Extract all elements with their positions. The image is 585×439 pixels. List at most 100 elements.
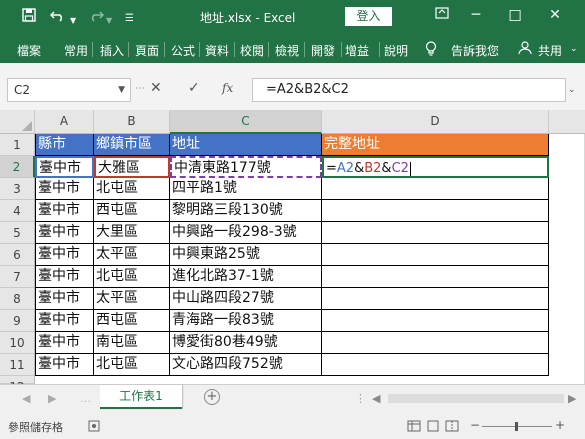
ribbon-display-icon[interactable] bbox=[432, 7, 452, 23]
table-cell[interactable] bbox=[322, 178, 549, 200]
undo-icon[interactable] bbox=[49, 8, 66, 27]
share-button[interactable]: 共用 bbox=[538, 42, 562, 59]
row-header[interactable]: 4 bbox=[0, 200, 35, 222]
row-header[interactable]: 3 bbox=[0, 178, 35, 200]
minimize-button[interactable]: ─ bbox=[466, 7, 486, 23]
macro-record-icon[interactable] bbox=[88, 420, 100, 435]
row-header[interactable]: 5 bbox=[0, 222, 35, 244]
add-sheet-icon[interactable]: + bbox=[204, 389, 220, 405]
table-cell[interactable]: 中興路一段298-3號 bbox=[170, 222, 322, 244]
sheet-tab[interactable]: 工作表1 bbox=[100, 385, 182, 409]
table-cell[interactable]: 大里區 bbox=[94, 222, 170, 244]
normal-view-icon[interactable] bbox=[407, 420, 421, 435]
row-header[interactable]: 10 bbox=[0, 332, 35, 354]
table-cell[interactable]: 臺中市 bbox=[35, 354, 94, 376]
table-cell[interactable]: 進化北路37-1號 bbox=[170, 266, 322, 288]
tab-view[interactable]: 檢視 bbox=[275, 42, 299, 59]
table-cell[interactable]: 臺中市 bbox=[35, 266, 94, 288]
save-icon[interactable] bbox=[22, 8, 36, 27]
table-cell[interactable]: 臺中市 bbox=[35, 310, 94, 332]
redo-dropdown-icon[interactable]: ▼ bbox=[106, 12, 112, 30]
table-cell[interactable]: 臺中市 bbox=[35, 244, 94, 266]
tab-developer[interactable]: 開發 bbox=[311, 42, 335, 59]
formula-input[interactable]: =A2&B2&C2 bbox=[252, 78, 566, 102]
zoom-out-icon[interactable]: − bbox=[470, 418, 480, 432]
table-cell[interactable]: 西屯區 bbox=[94, 310, 170, 332]
page-break-icon[interactable] bbox=[445, 420, 459, 435]
collapse-ribbon-icon[interactable]: ⌄ bbox=[570, 44, 578, 54]
row-header[interactable]: 12 bbox=[0, 376, 35, 394]
scroll-left-icon[interactable]: ◀ bbox=[372, 392, 380, 405]
table-cell[interactable] bbox=[322, 200, 549, 222]
column-header-d[interactable]: D bbox=[322, 110, 549, 134]
empty-column[interactable] bbox=[549, 134, 585, 384]
redo-icon[interactable] bbox=[88, 8, 105, 27]
tab-formulas[interactable]: 公式 bbox=[171, 42, 195, 59]
row-header[interactable]: 11 bbox=[0, 354, 35, 376]
select-all-corner[interactable] bbox=[0, 110, 35, 134]
header-cell[interactable]: 地址 bbox=[170, 134, 322, 156]
table-cell[interactable]: 西屯區 bbox=[94, 200, 170, 222]
table-cell[interactable]: 南屯區 bbox=[94, 332, 170, 354]
table-cell[interactable]: 中清東路177號 bbox=[170, 156, 322, 178]
undo-dropdown-icon[interactable]: ▼ bbox=[70, 12, 76, 30]
row-header[interactable]: 8 bbox=[0, 288, 35, 310]
row-header[interactable]: 7 bbox=[0, 266, 35, 288]
table-cell[interactable]: 北屯區 bbox=[94, 266, 170, 288]
table-cell[interactable]: 青海路一段83號 bbox=[170, 310, 322, 332]
next-sheet-icon[interactable]: ▶ bbox=[48, 392, 56, 405]
table-cell[interactable] bbox=[322, 310, 549, 332]
tab-home[interactable]: 常用 bbox=[64, 42, 88, 59]
header-cell[interactable]: 鄉鎮市區 bbox=[94, 134, 170, 156]
insert-function-icon[interactable]: fx bbox=[222, 81, 233, 95]
header-cell[interactable]: 完整地址 bbox=[322, 134, 549, 156]
table-cell[interactable]: 黎明路三段130號 bbox=[170, 200, 322, 222]
horizontal-scrollbar[interactable] bbox=[388, 394, 564, 403]
table-cell[interactable]: 臺中市 bbox=[35, 200, 94, 222]
zoom-in-icon[interactable]: + bbox=[555, 418, 565, 432]
enter-icon[interactable]: ✓ bbox=[188, 80, 200, 96]
tab-addins[interactable]: 增益 bbox=[345, 42, 369, 59]
table-cell[interactable]: 博愛街80巷49號 bbox=[170, 332, 322, 354]
table-cell[interactable]: 太平區 bbox=[94, 244, 170, 266]
customize-icon[interactable]: ☰ bbox=[125, 10, 134, 28]
row-header[interactable]: 6 bbox=[0, 244, 35, 266]
table-cell[interactable]: 太平區 bbox=[94, 288, 170, 310]
table-cell[interactable]: 中興東路25號 bbox=[170, 244, 322, 266]
table-cell[interactable]: 中山路四段27號 bbox=[170, 288, 322, 310]
tab-review[interactable]: 校閱 bbox=[240, 42, 264, 59]
person-icon[interactable] bbox=[518, 41, 532, 58]
table-cell[interactable] bbox=[322, 354, 549, 376]
table-cell[interactable] bbox=[322, 288, 549, 310]
page-layout-icon[interactable] bbox=[426, 420, 440, 435]
zoom-slider-thumb[interactable] bbox=[515, 422, 518, 431]
tab-file[interactable]: 檔案 bbox=[17, 42, 41, 59]
table-cell[interactable] bbox=[322, 266, 549, 288]
table-cell[interactable]: 臺中市 bbox=[35, 156, 94, 178]
row-header[interactable]: 9 bbox=[0, 310, 35, 332]
column-header-a[interactable]: A bbox=[35, 110, 94, 134]
prev-sheet-icon[interactable]: ◀ bbox=[22, 392, 30, 405]
table-cell[interactable]: 臺中市 bbox=[35, 222, 94, 244]
name-box[interactable]: C2 ▼ bbox=[7, 78, 131, 102]
table-cell[interactable]: 臺中市 bbox=[35, 288, 94, 310]
tell-me-box[interactable]: 告訴我您 bbox=[451, 42, 499, 59]
row-header[interactable]: 1 bbox=[0, 134, 35, 156]
more-sheets-icon[interactable]: … bbox=[80, 392, 91, 405]
table-cell[interactable] bbox=[322, 222, 549, 244]
close-button[interactable]: ✕ bbox=[545, 7, 565, 23]
login-button[interactable]: 登入 bbox=[345, 7, 392, 26]
table-cell[interactable]: 大雅區 bbox=[94, 156, 170, 178]
table-cell[interactable]: 文心路四段752號 bbox=[170, 354, 322, 376]
table-cell[interactable] bbox=[322, 332, 549, 354]
table-cell[interactable]: 臺中市 bbox=[35, 178, 94, 200]
tab-insert[interactable]: 插入 bbox=[100, 42, 124, 59]
table-cell[interactable]: 北屯區 bbox=[94, 354, 170, 376]
row-header[interactable]: 2 bbox=[0, 156, 35, 178]
column-header-b[interactable]: B bbox=[94, 110, 170, 134]
table-cell[interactable] bbox=[322, 244, 549, 266]
splitter-handle[interactable]: ⋮ bbox=[134, 83, 145, 93]
chevron-down-icon[interactable]: ▼ bbox=[118, 79, 125, 101]
expand-formula-bar-icon[interactable]: ⌄ bbox=[568, 85, 576, 95]
table-cell[interactable]: 臺中市 bbox=[35, 332, 94, 354]
